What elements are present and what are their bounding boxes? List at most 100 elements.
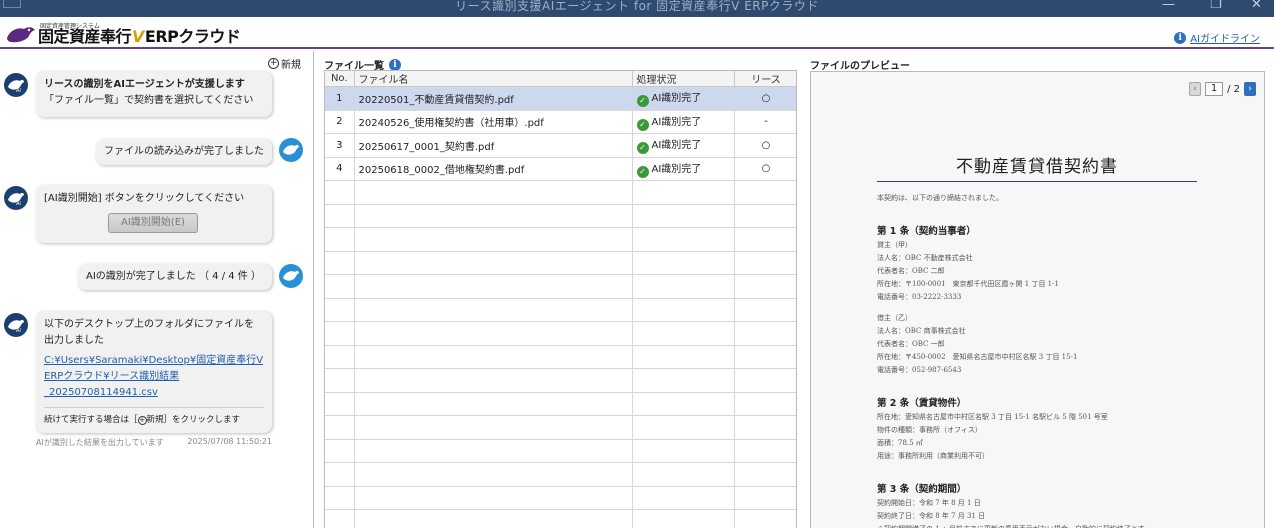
new-button[interactable]: + 新規: [268, 56, 301, 71]
document-line: 借主（乙）: [877, 314, 912, 322]
cell-name: [354, 462, 633, 487]
table-row[interactable]: [325, 274, 796, 299]
cell-status: [632, 345, 735, 369]
agent-bird-icon: AI: [8, 79, 24, 93]
table-row[interactable]: [325, 392, 796, 416]
table-row[interactable]: [325, 180, 796, 205]
agent-avatar: AI: [4, 73, 28, 97]
document-line: 契約終了日：令和 8 年 7 月 31 日: [877, 512, 986, 520]
user-message: ファイルの読み込みが完了しました: [96, 139, 272, 165]
cell-lease: [734, 227, 796, 252]
preview-title: ファイルのプレビュー: [810, 61, 910, 72]
cell-status: [632, 392, 735, 416]
column-header-no[interactable]: No.: [325, 71, 355, 87]
table-row[interactable]: 2 20240526_使用権契約書（社用車）.pdf ✓ AI識別完了 -: [325, 110, 796, 134]
panel-divider[interactable]: [313, 51, 314, 528]
table-row[interactable]: [325, 345, 796, 369]
page-number-input[interactable]: 1: [1205, 82, 1224, 96]
column-header-status[interactable]: 処理状況: [632, 71, 735, 87]
table-row[interactable]: [325, 298, 796, 322]
cell-status: [632, 462, 735, 487]
document-line: 代表者名：OBC 二郎: [877, 267, 945, 275]
table-row[interactable]: [325, 486, 796, 510]
column-header-lease[interactable]: リース: [734, 71, 796, 87]
message-text: [AI識別開始] ボタンをクリックしてください: [44, 193, 245, 204]
cell-lease: -: [734, 110, 796, 134]
cell-lease: ○: [734, 133, 796, 158]
cell-status: [632, 298, 735, 322]
table-row[interactable]: [325, 509, 796, 528]
ai-guideline-label: AIガイドライン: [1190, 34, 1260, 45]
cell-no: [325, 274, 355, 299]
cell-no: [325, 368, 355, 393]
cell-name: [354, 274, 633, 299]
file-grid: No. ファイル名 処理状況 リース 1 20220501_不動産賃貸借契約.pd…: [324, 70, 797, 528]
next-page-button[interactable]: ›: [1244, 82, 1256, 96]
document-line: 契約開始日：令和 7 年 8 月 1 日: [877, 499, 981, 507]
table-row[interactable]: [325, 415, 796, 440]
table-row[interactable]: [325, 204, 796, 228]
document-line: 法人名：OBC 商事株式会社: [877, 327, 966, 335]
info-icon[interactable]: i: [389, 58, 401, 71]
table-row[interactable]: 4 20250618_0002_借地権契約書.pdf ✓ AI識別完了 ○: [325, 157, 796, 181]
continue-note: 続けて実行する場合は［ + 新規］をクリックします: [44, 415, 241, 425]
cell-lease: [734, 204, 796, 228]
cell-lease: [734, 368, 796, 393]
output-folder-link[interactable]: C:¥Users¥Saramaki¥Desktop¥固定資産奉行V ERPクラウ…: [44, 353, 264, 401]
column-header-name[interactable]: ファイル名: [354, 71, 633, 87]
table-row[interactable]: [325, 227, 796, 252]
agent-message: リースの識別をAIエージェントが支援します 「ファイル一覧」で契約書を選択してく…: [36, 71, 272, 117]
prev-page-button[interactable]: ‹: [1189, 82, 1202, 96]
cell-status: [632, 227, 735, 252]
app-header: 固定資産管理システム 固定資産奉行VERPクラウド i AIガイドライン: [0, 17, 1274, 49]
product-logo: 固定資産管理システム 固定資産奉行VERPクラウド: [6, 20, 241, 46]
cell-status: [632, 321, 735, 346]
maximize-icon[interactable]: ❐: [1210, 0, 1222, 12]
table-row[interactable]: [325, 251, 796, 275]
cell-status: [632, 180, 735, 205]
table-row[interactable]: 1 20220501_不動産賃貸借契約.pdf ✓ AI識別完了 ○: [325, 86, 796, 111]
minimize-icon[interactable]: —: [1162, 0, 1175, 12]
cell-status: [632, 509, 735, 528]
cell-name: [354, 345, 633, 369]
document-line: 用途：事務所利用（商業利用不可）: [877, 452, 989, 460]
cell-no: [325, 298, 355, 322]
cell-lease: [734, 439, 796, 463]
new-button-label: 新規: [281, 60, 301, 71]
cell-no: [325, 392, 355, 416]
table-row[interactable]: [325, 368, 796, 393]
cell-lease: ○: [734, 86, 796, 111]
cell-no: [325, 509, 355, 528]
table-row[interactable]: [325, 462, 796, 487]
user-bird-icon: [283, 270, 299, 281]
table-row[interactable]: [325, 439, 796, 463]
status-text: AI識別完了: [651, 93, 702, 105]
agent-bird-icon: AI: [8, 192, 24, 206]
file-table: No. ファイル名 処理状況 リース 1 20220501_不動産賃貸借契約.pd…: [325, 71, 796, 528]
ai-start-button[interactable]: AI識別開始(E): [108, 213, 198, 233]
info-icon: i: [1174, 31, 1187, 44]
document-line: 電話番号：03-2222-3333: [877, 293, 962, 301]
cell-lease: [734, 251, 796, 275]
cell-name: 20240526_使用権契約書（社用車）.pdf: [354, 110, 633, 134]
svg-text:AI: AI: [16, 201, 21, 206]
cell-name: [354, 204, 633, 228]
cell-lease: [734, 509, 796, 528]
cell-name: [354, 415, 633, 440]
table-row[interactable]: 3 20250617_0001_契約書.pdf ✓ AI識別完了 ○: [325, 133, 796, 158]
message-text: 以下のデスクトップ上のフォルダにファイルを: [44, 319, 254, 330]
document-line: 所在地：〒450-0002 愛知県名古屋市中村区名駅 3 丁目 15-1: [877, 353, 1078, 361]
cell-no: [325, 415, 355, 440]
window-titlebar: リース識別支援AIエージェント for 固定資産奉行V ERPクラウド — ❐ …: [0, 0, 1274, 17]
cell-status: ✓ AI識別完了: [632, 157, 735, 181]
document-line: ※契約期間満了の 1 ヶ月前までに更新の意思表示がない場合、自動的に契約終了とす: [877, 523, 1199, 528]
message-text: リースの識別をAIエージェントが支援します: [44, 79, 245, 90]
close-icon[interactable]: ✕: [1251, 0, 1262, 12]
cell-name: 20220501_不動産賃貸借契約.pdf: [354, 86, 633, 111]
table-header-row: No. ファイル名 処理状況 リース: [325, 71, 796, 87]
window-title: リース識別支援AIエージェント for 固定資産奉行V ERPクラウド: [455, 0, 819, 13]
table-row[interactable]: [325, 321, 796, 346]
cell-status: [632, 439, 735, 463]
logo-mark-icon: [7, 27, 35, 43]
ai-guideline-link[interactable]: i AIガイドライン: [1174, 30, 1260, 45]
